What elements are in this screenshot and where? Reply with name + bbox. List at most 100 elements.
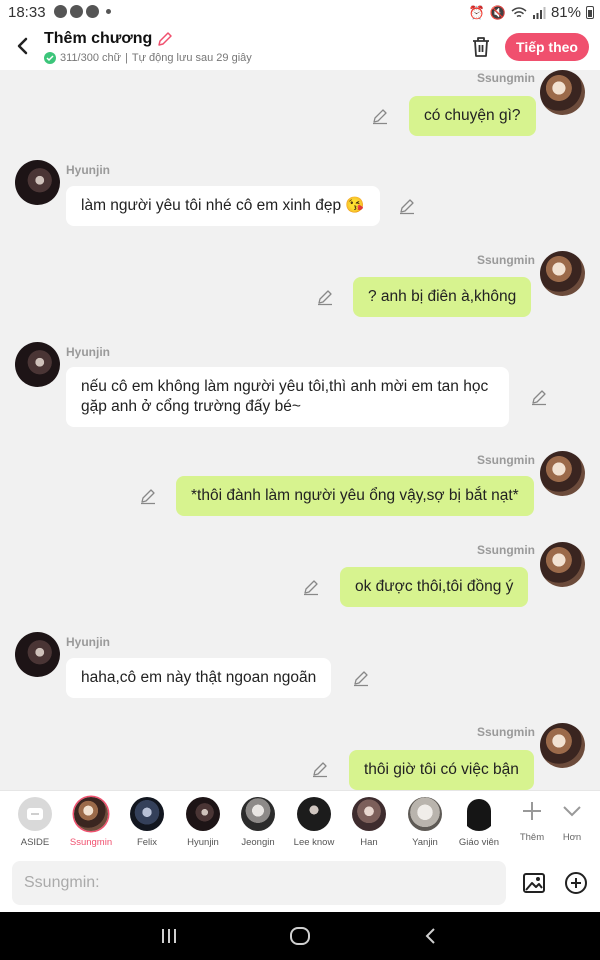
sender-name: Hyunjin	[66, 345, 110, 359]
sender-name: Hyunjin	[66, 635, 110, 649]
composer	[0, 854, 600, 912]
plus-circle-icon	[565, 872, 587, 894]
character-lee-know[interactable]: Lee know	[287, 797, 341, 848]
add-label: Thêm	[519, 832, 545, 843]
chapter-title: Thêm chương	[44, 30, 153, 47]
message-bubble[interactable]: ok được thôi,tôi đồng ý	[340, 567, 529, 607]
battery-icon	[586, 6, 594, 19]
message-bubble[interactable]: *thôi đành làm người yêu ổng vậy,sợ bị b…	[176, 476, 534, 516]
chat-area[interactable]: Ssungmin có chuyện gì? Hyunjin làm người…	[0, 70, 600, 790]
avatar	[241, 797, 275, 831]
character-label: Hyunjin	[187, 837, 219, 848]
next-button[interactable]: Tiếp theo	[505, 33, 589, 61]
avatar	[297, 797, 331, 831]
character-label: Lee know	[293, 837, 335, 848]
wifi-icon	[511, 6, 527, 17]
avatar	[15, 632, 60, 677]
mute-icon: 🔇	[489, 4, 506, 20]
word-count: 311/300 chữ	[60, 52, 121, 64]
more-button[interactable]: Hơn	[552, 799, 592, 843]
more-label: Hơn	[562, 832, 582, 843]
message-bubble[interactable]: nếu cô em không làm người yêu tôi,thì an…	[66, 367, 509, 427]
pencil-icon[interactable]	[352, 669, 370, 687]
check-icon	[44, 52, 56, 64]
avatar	[408, 797, 442, 831]
pencil-icon[interactable]	[311, 760, 329, 778]
separator: |	[124, 52, 128, 64]
character-ssungmin[interactable]: Ssungmin	[64, 797, 118, 848]
avatar	[15, 342, 60, 387]
avatar	[15, 160, 60, 205]
character-hyunjin[interactable]: Hyunjin	[176, 797, 230, 848]
avatar	[352, 797, 386, 831]
avatar	[130, 797, 164, 831]
pencil-icon[interactable]	[316, 288, 334, 306]
pencil-icon[interactable]	[371, 107, 389, 125]
character-label: Han	[360, 837, 378, 848]
avatar	[540, 451, 585, 496]
avatar	[540, 70, 585, 115]
messenger-icon	[70, 5, 83, 18]
pencil-icon	[158, 32, 173, 46]
page-title[interactable]: Thêm chương	[44, 30, 174, 48]
pencil-icon[interactable]	[302, 578, 320, 596]
image-icon	[523, 873, 545, 893]
message-bubble[interactable]: thôi giờ tôi có việc bận	[349, 750, 534, 790]
back-button[interactable]	[12, 34, 34, 58]
message-bubble[interactable]: làm người yêu tôi nhé cô em xinh đẹp 😘	[66, 186, 380, 226]
recent-apps-button[interactable]	[157, 924, 181, 948]
pencil-icon[interactable]	[398, 197, 416, 215]
avatar	[186, 797, 220, 831]
character-han[interactable]: Han	[342, 797, 396, 848]
system-back-button[interactable]	[419, 924, 443, 948]
avatar	[540, 723, 585, 768]
character-jeongin[interactable]: Jeongin	[231, 797, 285, 848]
pencil-icon[interactable]	[530, 388, 548, 406]
alarm-icon: ⏰	[468, 4, 485, 20]
system-icons: ⏰ 🔇 81%	[469, 4, 594, 21]
message-bubble[interactable]: ? anh bị điên à,không	[353, 277, 532, 317]
character-label: Giáo viên	[458, 837, 500, 848]
character-aside[interactable]: ASIDE	[8, 797, 62, 848]
message-bubble[interactable]: có chuyện gì?	[409, 96, 536, 136]
home-icon	[290, 927, 310, 945]
delete-button[interactable]	[470, 35, 492, 59]
attach-button[interactable]	[564, 871, 588, 895]
sender-name: Ssungmin	[476, 543, 535, 557]
message-bubble[interactable]: haha,cô em này thật ngoan ngoãn	[66, 658, 332, 698]
system-nav-bar	[0, 912, 600, 960]
character-teacher[interactable]: Giáo viên	[452, 797, 506, 848]
home-button[interactable]	[288, 924, 312, 948]
character-label: ASIDE	[20, 837, 50, 848]
autosave-text: Tự động lưu sau 29 giây	[131, 52, 252, 64]
trash-icon	[473, 37, 489, 57]
sender-name: Ssungmin	[476, 253, 535, 267]
chevron-left-icon	[17, 37, 28, 55]
chevron-down-icon	[563, 806, 581, 817]
status-time: 18:33	[8, 4, 46, 21]
avatar	[462, 797, 496, 831]
recent-apps-icon	[162, 929, 176, 943]
insert-image-button[interactable]	[522, 871, 546, 895]
character-yanjin[interactable]: Yanjin	[398, 797, 452, 848]
messenger-icon	[54, 5, 67, 18]
pencil-icon[interactable]	[139, 487, 157, 505]
editor-header: Thêm chương 311/300 chữ | Tự động lưu sa…	[0, 24, 600, 70]
avatar	[540, 542, 585, 587]
character-felix[interactable]: Felix	[120, 797, 174, 848]
sender-name: Hyunjin	[66, 163, 110, 177]
character-label: Ssungmin	[69, 837, 113, 848]
message-input[interactable]	[12, 861, 506, 905]
character-label: Felix	[136, 837, 158, 848]
add-character-button[interactable]: Thêm	[512, 799, 552, 843]
more-notifications-dot	[106, 9, 111, 14]
sender-name: Ssungmin	[476, 453, 535, 467]
character-label: Yanjin	[412, 837, 438, 848]
messenger-icon	[86, 5, 99, 18]
back-icon	[425, 928, 435, 944]
character-bar: ASIDE Ssungmin Felix Hyunjin Jeongin Lee…	[0, 790, 600, 854]
battery-percent: 81%	[550, 4, 581, 21]
sender-name: Ssungmin	[476, 71, 535, 85]
notification-icons	[54, 5, 111, 18]
character-label: Jeongin	[241, 837, 275, 848]
